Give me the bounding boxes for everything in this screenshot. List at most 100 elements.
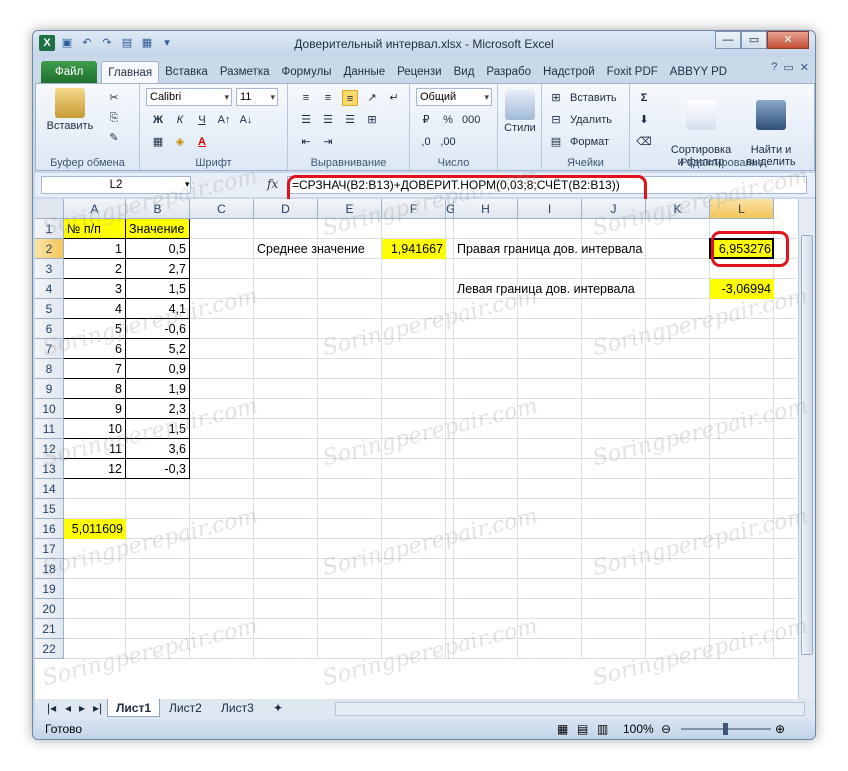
sheet-tab-1[interactable]: Лист1 <box>107 699 161 717</box>
cell-a8[interactable]: 7 <box>64 359 126 379</box>
cell-a16[interactable]: 5,011609 <box>64 519 126 539</box>
close-button[interactable]: ✕ <box>767 31 809 49</box>
fill-icon[interactable]: ⬇ <box>636 112 652 128</box>
align-right-icon[interactable]: ☰ <box>342 112 358 128</box>
row-header-19[interactable]: 19 <box>35 579 64 599</box>
cell-b6[interactable]: -0,6 <box>126 319 190 339</box>
tab-developer[interactable]: Разрабо <box>480 61 537 83</box>
underline-button[interactable]: Ч <box>194 112 210 128</box>
row-header-6[interactable]: 6 <box>35 319 64 339</box>
increase-indent-icon[interactable]: ⇥ <box>320 134 336 150</box>
tab-foxit[interactable]: Foxit PDF <box>601 61 664 83</box>
row-header-1[interactable]: 1 <box>35 219 64 239</box>
number-format-select[interactable]: Общий <box>416 88 492 106</box>
insert-function-icon[interactable]: fx <box>267 177 278 191</box>
thousands-icon[interactable]: 000 <box>462 112 480 128</box>
ribbon-minimize-icon[interactable]: ▭ <box>783 61 793 74</box>
sheet-tab-2[interactable]: Лист2 <box>161 699 210 717</box>
cell-a4[interactable]: 3 <box>64 279 126 299</box>
cell-a5[interactable]: 4 <box>64 299 126 319</box>
font-shrink-icon[interactable]: A↓ <box>238 112 254 128</box>
column-header-d[interactable]: D <box>254 199 318 219</box>
cell-h4[interactable]: Левая граница дов. интервала <box>454 279 704 299</box>
fill-color-icon[interactable]: ◈ <box>172 134 188 150</box>
merge-cells-icon[interactable]: ⊞ <box>364 112 380 128</box>
bold-button[interactable]: Ж <box>150 112 166 128</box>
cell-b1[interactable]: Значение <box>126 219 190 239</box>
vertical-scrollbar[interactable] <box>798 199 815 699</box>
row-header-2[interactable]: 2 <box>35 239 64 259</box>
cell-b12[interactable]: 3,6 <box>126 439 190 459</box>
tab-view[interactable]: Вид <box>448 61 481 83</box>
cell-a9[interactable]: 8 <box>64 379 126 399</box>
cell-l4[interactable]: -3,06994 <box>710 279 774 299</box>
font-name-select[interactable]: Calibri <box>146 88 232 106</box>
column-header-a[interactable]: A <box>64 199 126 219</box>
normal-view-icon[interactable]: ▦ <box>557 719 568 739</box>
row-header-11[interactable]: 11 <box>35 419 64 439</box>
orientation-icon[interactable]: ↗ <box>364 90 380 106</box>
cell-b7[interactable]: 5,2 <box>126 339 190 359</box>
font-size-select[interactable]: 11 <box>236 88 278 106</box>
ribbon-close-icon[interactable]: ✕ <box>800 61 809 74</box>
row-header-21[interactable]: 21 <box>35 619 64 639</box>
horizontal-scrollbar[interactable] <box>335 702 805 716</box>
autosum-icon[interactable]: Σ <box>636 90 652 106</box>
cell-b10[interactable]: 2,3 <box>126 399 190 419</box>
vertical-scroll-thumb[interactable] <box>801 235 813 655</box>
font-grow-icon[interactable]: A↑ <box>216 112 232 128</box>
wrap-text-icon[interactable]: ↵ <box>386 90 402 106</box>
zoom-out-icon[interactable]: ⊖ <box>661 719 671 739</box>
align-middle-icon[interactable]: ≡ <box>320 90 336 106</box>
row-header-7[interactable]: 7 <box>35 339 64 359</box>
decrease-decimal-icon[interactable]: ,00 <box>440 134 456 150</box>
row-header-14[interactable]: 14 <box>35 479 64 499</box>
row-header-12[interactable]: 12 <box>35 439 64 459</box>
row-header-5[interactable]: 5 <box>35 299 64 319</box>
row-header-3[interactable]: 3 <box>35 259 64 279</box>
percent-icon[interactable]: % <box>440 112 456 128</box>
column-header-b[interactable]: B <box>126 199 190 219</box>
align-center-icon[interactable]: ☰ <box>320 112 336 128</box>
page-break-view-icon[interactable]: ▥ <box>597 719 608 739</box>
row-header-10[interactable]: 10 <box>35 399 64 419</box>
column-header-e[interactable]: E <box>318 199 382 219</box>
zoom-level[interactable]: 100% <box>623 719 654 739</box>
tab-formulas[interactable]: Формулы <box>276 61 338 83</box>
tab-abbyy[interactable]: ABBYY PD <box>664 61 733 83</box>
find-select-button[interactable]: Найти и выделить <box>738 88 804 168</box>
cut-icon[interactable]: ✂ <box>106 90 122 106</box>
cell-b3[interactable]: 2,7 <box>126 259 190 279</box>
row-header-9[interactable]: 9 <box>35 379 64 399</box>
cell-b4[interactable]: 1,5 <box>126 279 190 299</box>
paste-button[interactable]: Вставить <box>42 88 98 132</box>
name-box-dropdown-icon[interactable]: ▾ <box>185 179 190 190</box>
row-header-15[interactable]: 15 <box>35 499 64 519</box>
cell-a1[interactable]: № п/п <box>64 219 126 239</box>
cell-a12[interactable]: 11 <box>64 439 126 459</box>
column-header-k[interactable]: K <box>646 199 710 219</box>
new-sheet-icon[interactable]: ✦ <box>265 699 291 717</box>
column-header-l[interactable]: L <box>710 199 774 219</box>
row-header-13[interactable]: 13 <box>35 459 64 479</box>
cell-b13[interactable]: -0,3 <box>126 459 190 479</box>
select-all-corner[interactable] <box>35 199 64 219</box>
column-header-j[interactable]: J <box>582 199 646 219</box>
maximize-button[interactable]: ▭ <box>741 31 767 49</box>
borders-icon[interactable]: ▦ <box>150 134 166 150</box>
format-painter-icon[interactable]: ✎ <box>106 130 122 146</box>
column-header-i[interactable]: I <box>518 199 582 219</box>
column-header-h[interactable]: H <box>454 199 518 219</box>
tab-page-layout[interactable]: Разметка <box>214 61 276 83</box>
tab-addins[interactable]: Надстрой <box>537 61 601 83</box>
tab-review[interactable]: Рецензи <box>391 61 447 83</box>
row-header-17[interactable]: 17 <box>35 539 64 559</box>
row-header-20[interactable]: 20 <box>35 599 64 619</box>
currency-icon[interactable]: ₽ <box>418 112 434 128</box>
cell-d2[interactable]: Среднее значение <box>254 239 382 259</box>
name-box[interactable]: L2 <box>41 176 191 194</box>
format-cells-button[interactable]: Формат <box>570 136 609 148</box>
help-icon[interactable]: ? <box>771 61 777 74</box>
cell-b2[interactable]: 0,5 <box>126 239 190 259</box>
row-header-18[interactable]: 18 <box>35 559 64 579</box>
